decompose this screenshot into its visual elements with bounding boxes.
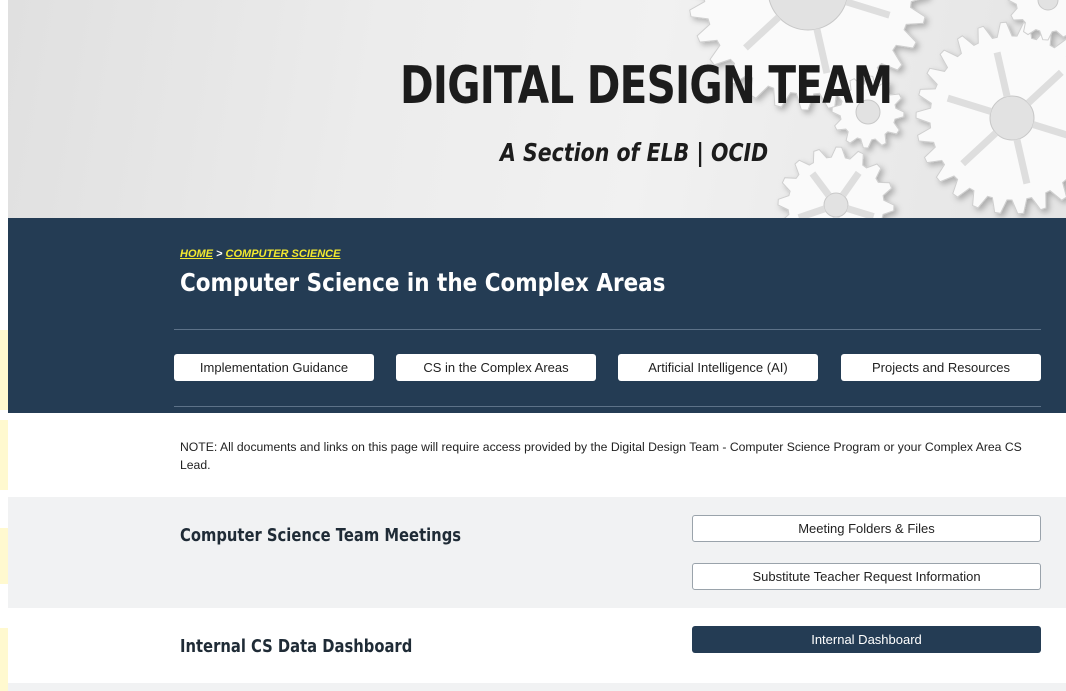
nav-button-artificial-intelligence[interactable]: Artificial Intelligence (AI) <box>618 354 818 381</box>
page-title: Computer Science in the Complex Areas <box>180 268 666 297</box>
internal-dashboard-button[interactable]: Internal Dashboard <box>692 626 1041 653</box>
section-title: Computer Science Team Meetings <box>180 525 462 546</box>
gear-hub <box>823 192 849 218</box>
site-banner: DIGITAL DESIGN TEAM A Section of ELB | O… <box>8 0 1066 218</box>
site-subtitle: A Section of ELB | OCID <box>500 138 769 167</box>
section-team-meetings: Computer Science Team Meetings Meeting F… <box>8 497 1066 608</box>
section-next <box>8 683 1066 691</box>
nav-button-projects-resources[interactable]: Projects and Resources <box>841 354 1041 381</box>
breadcrumb-current-link[interactable]: COMPUTER SCIENCE <box>226 248 341 260</box>
breadcrumb-separator: > <box>213 248 226 260</box>
site-title: DIGITAL DESIGN TEAM <box>400 56 893 116</box>
meeting-folders-button[interactable]: Meeting Folders & Files <box>692 515 1041 542</box>
gear-shape <box>1007 0 1066 41</box>
access-note: NOTE: All documents and links on this pa… <box>180 440 1022 472</box>
edge-highlight <box>0 420 8 490</box>
edge-highlight <box>0 528 8 584</box>
nav-button-cs-in-complex-areas[interactable]: CS in the Complex Areas <box>396 354 596 381</box>
divider <box>174 406 1041 407</box>
section-title: Internal CS Data Dashboard <box>180 636 413 657</box>
substitute-teacher-button[interactable]: Substitute Teacher Request Information <box>692 563 1041 590</box>
breadcrumb: HOME > COMPUTER SCIENCE <box>180 248 340 260</box>
nav-button-implementation-guidance[interactable]: Implementation Guidance <box>174 354 374 381</box>
edge-highlight <box>0 628 8 691</box>
page: DIGITAL DESIGN TEAM A Section of ELB | O… <box>8 0 1066 691</box>
page-header: HOME > COMPUTER SCIENCE Computer Science… <box>8 218 1066 413</box>
breadcrumb-home-link[interactable]: HOME <box>180 248 213 260</box>
edge-highlight <box>0 330 8 410</box>
section-data-dashboard: Internal CS Data Dashboard Internal Dash… <box>8 608 1066 683</box>
gear-hub <box>989 95 1035 141</box>
divider <box>174 329 1041 330</box>
